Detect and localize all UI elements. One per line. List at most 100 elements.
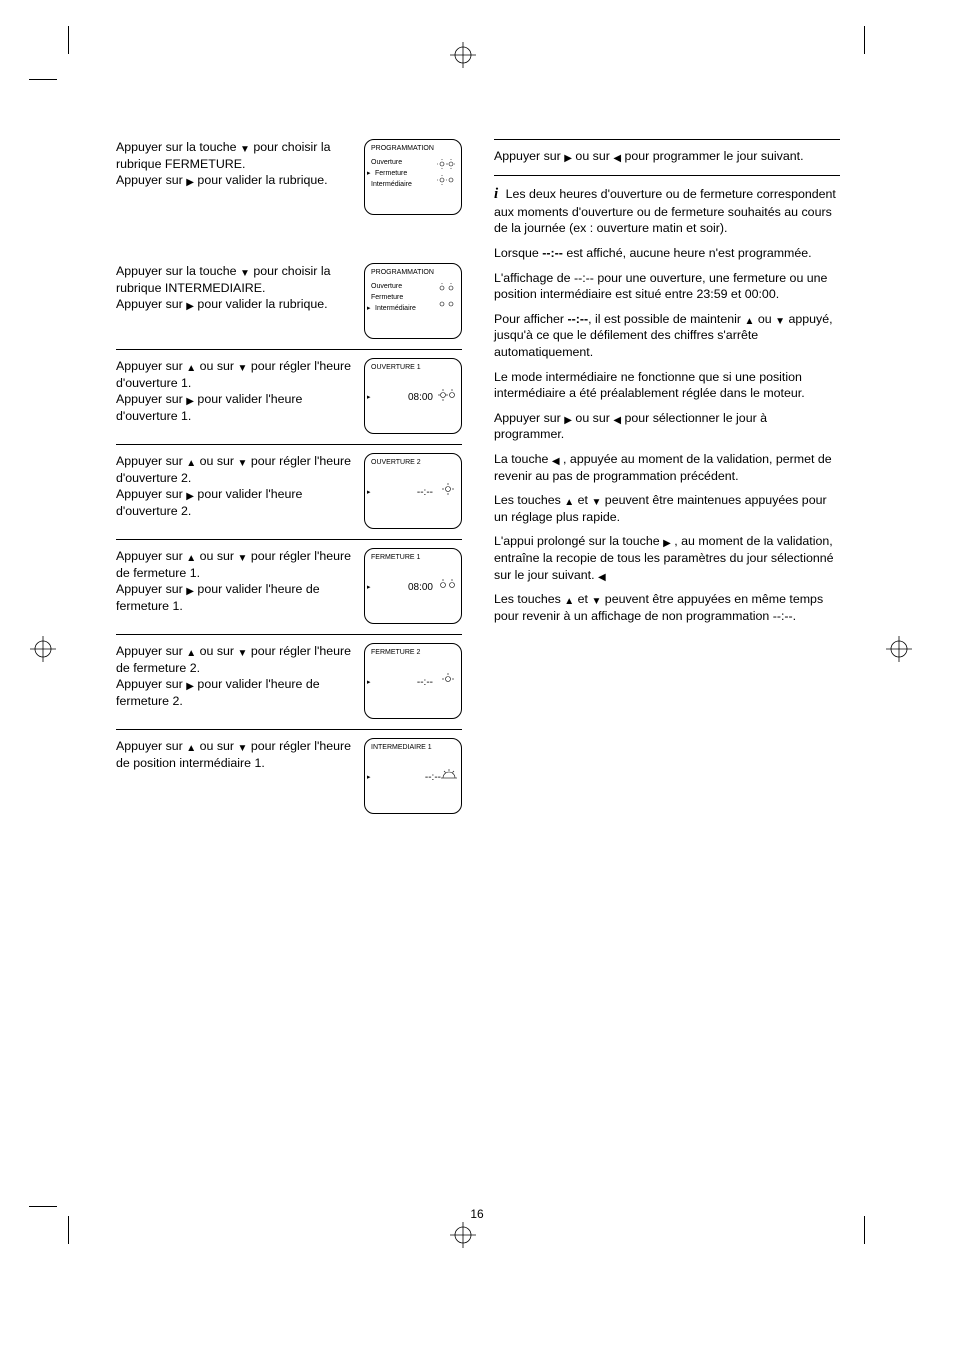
text: Les touches [494,592,561,606]
right-triangle-icon: ▶ [564,154,572,164]
sun-icon [435,158,457,192]
text: Appuyer sur [116,644,183,658]
text: ou [758,312,772,326]
crop-mark [29,79,57,80]
registration-target-icon [30,636,56,662]
text: Appuyer sur [116,677,183,691]
down-triangle-icon: ▼ [775,317,785,327]
divider [116,729,462,730]
screen-title: OUVERTURE 2 [371,458,421,467]
text: ou sur [575,411,609,425]
text: et [578,493,588,507]
screen-title: PROGRAMMATION [371,144,434,153]
lcd-screen: OUVERTURE 2 ▸ --:-- [364,453,462,529]
text: Appuyer sur [494,411,561,425]
text: L'affichage de --:-- pour une ouverture,… [494,271,827,302]
step-fermeture: Appuyer sur la touche ▼ pour choisir la … [116,139,462,215]
registration-target-icon [450,42,476,68]
sun-icon [435,282,457,316]
up-triangle-icon: ▲ [186,459,196,469]
up-triangle-icon: ▲ [564,597,574,607]
text: Appuyer sur la touche [116,140,237,154]
screen-value: --:-- [417,486,433,499]
left-triangle-icon: ◀ [598,573,606,583]
text: Appuyer sur [116,549,183,563]
text: il est possible de maintenir [595,312,741,326]
screen-line: Intermédiaire [371,180,412,189]
step-ouverture-1: Appuyer sur ▲ ou sur ▼ pour régler l'heu… [116,358,462,434]
crop-mark [29,1206,57,1207]
down-triangle-icon: ▼ [240,269,250,279]
text: Appuyer sur [116,173,183,187]
step-intermediaire-1: Appuyer sur ▲ ou sur ▼ pour régler l'heu… [116,738,462,814]
sunrise-icon [441,767,457,786]
lcd-screen: INTERMEDIAIRE 1 ▸ --:-- [364,738,462,814]
text: pour programmer le jour suivant. [624,149,803,163]
step-fermeture-2: Appuyer sur ▲ ou sur ▼ pour régler l'heu… [116,643,462,719]
divider [494,139,840,140]
divider [116,349,462,350]
text: pour valider la rubrique. [197,173,327,187]
manual-page: Appuyer sur la touche ▼ pour choisir la … [0,0,954,1351]
divider [116,634,462,635]
screen-value: --:-- [417,676,433,689]
registration-target-icon [886,636,912,662]
text: ou sur [200,454,234,468]
text: La touche [494,452,548,466]
sun-rays-icon [437,577,457,593]
screen-title: PROGRAMMATION [371,268,434,277]
text: L'appui prolongé sur la touche [494,534,660,548]
text: est affiché, aucune heure n'est programm… [566,246,811,260]
up-triangle-icon: ▲ [186,744,196,754]
screen-line: Intermédiaire [375,304,416,313]
screen-line: Fermeture [371,293,403,302]
down-triangle-icon: ▼ [240,145,250,155]
up-triangle-icon: ▲ [564,498,574,508]
right-triangle-icon: ▶ [186,587,194,597]
step-ouverture-2: Appuyer sur ▲ ou sur ▼ pour régler l'heu… [116,453,462,529]
none-value: --:-- [542,246,563,260]
text: Appuyer sur [116,739,183,753]
registration-target-icon [450,1222,476,1248]
left-triangle-icon: ◀ [613,154,621,164]
screen-value: --:-- [425,771,441,784]
lcd-screen: PROGRAMMATION Ouverture Fermeture ▸ Inte… [364,263,462,339]
right-triangle-icon: ▶ [186,302,194,312]
text: Pour afficher [494,312,564,326]
cursor-icon: ▸ [367,169,371,178]
left-triangle-icon: ◀ [613,416,621,426]
up-triangle-icon: ▲ [186,364,196,374]
text: et [578,592,588,606]
right-column: Appuyer sur ▶ ou sur ◀ pour programmer l… [494,139,840,820]
lcd-screen: PROGRAMMATION Ouverture ▸ Fermeture Inte… [364,139,462,215]
sun-icon [441,482,455,496]
text: Le mode intermédiaire ne fonctionne que … [494,370,805,401]
up-triangle-icon: ▲ [186,554,196,564]
none-value: --:-- [567,312,588,326]
text: Appuyer sur [116,297,183,311]
step-next-day: Appuyer sur ▶ ou sur ◀ pour programmer l… [494,148,840,165]
step-intermediaire: Appuyer sur la touche ▼ pour choisir la … [116,263,462,339]
cursor-icon: ▸ [367,488,371,497]
down-triangle-icon: ▼ [238,364,248,374]
right-triangle-icon: ▶ [186,178,194,188]
text: Appuyer sur [116,392,183,406]
text: ou sur [200,549,234,563]
step-fermeture-1: Appuyer sur ▲ ou sur ▼ pour régler l'heu… [116,548,462,624]
text: ou sur [200,644,234,658]
lcd-screen: OUVERTURE 1 ▸ 08:00 [364,358,462,434]
down-triangle-icon: ▼ [238,459,248,469]
right-triangle-icon: ▶ [186,492,194,502]
text: pour valider la rubrique. [197,297,327,311]
right-triangle-icon: ▶ [186,397,194,407]
text: Appuyer sur [116,582,183,596]
divider [116,444,462,445]
cursor-icon: ▸ [367,393,371,402]
lcd-screen: FERMETURE 2 ▸ --:-- [364,643,462,719]
text: Appuyer sur [116,454,183,468]
screen-title: INTERMEDIAIRE 1 [371,743,432,752]
info-icon: i [494,186,498,202]
down-triangle-icon: ▼ [591,597,601,607]
text: Appuyer sur [116,359,183,373]
divider [494,175,840,176]
